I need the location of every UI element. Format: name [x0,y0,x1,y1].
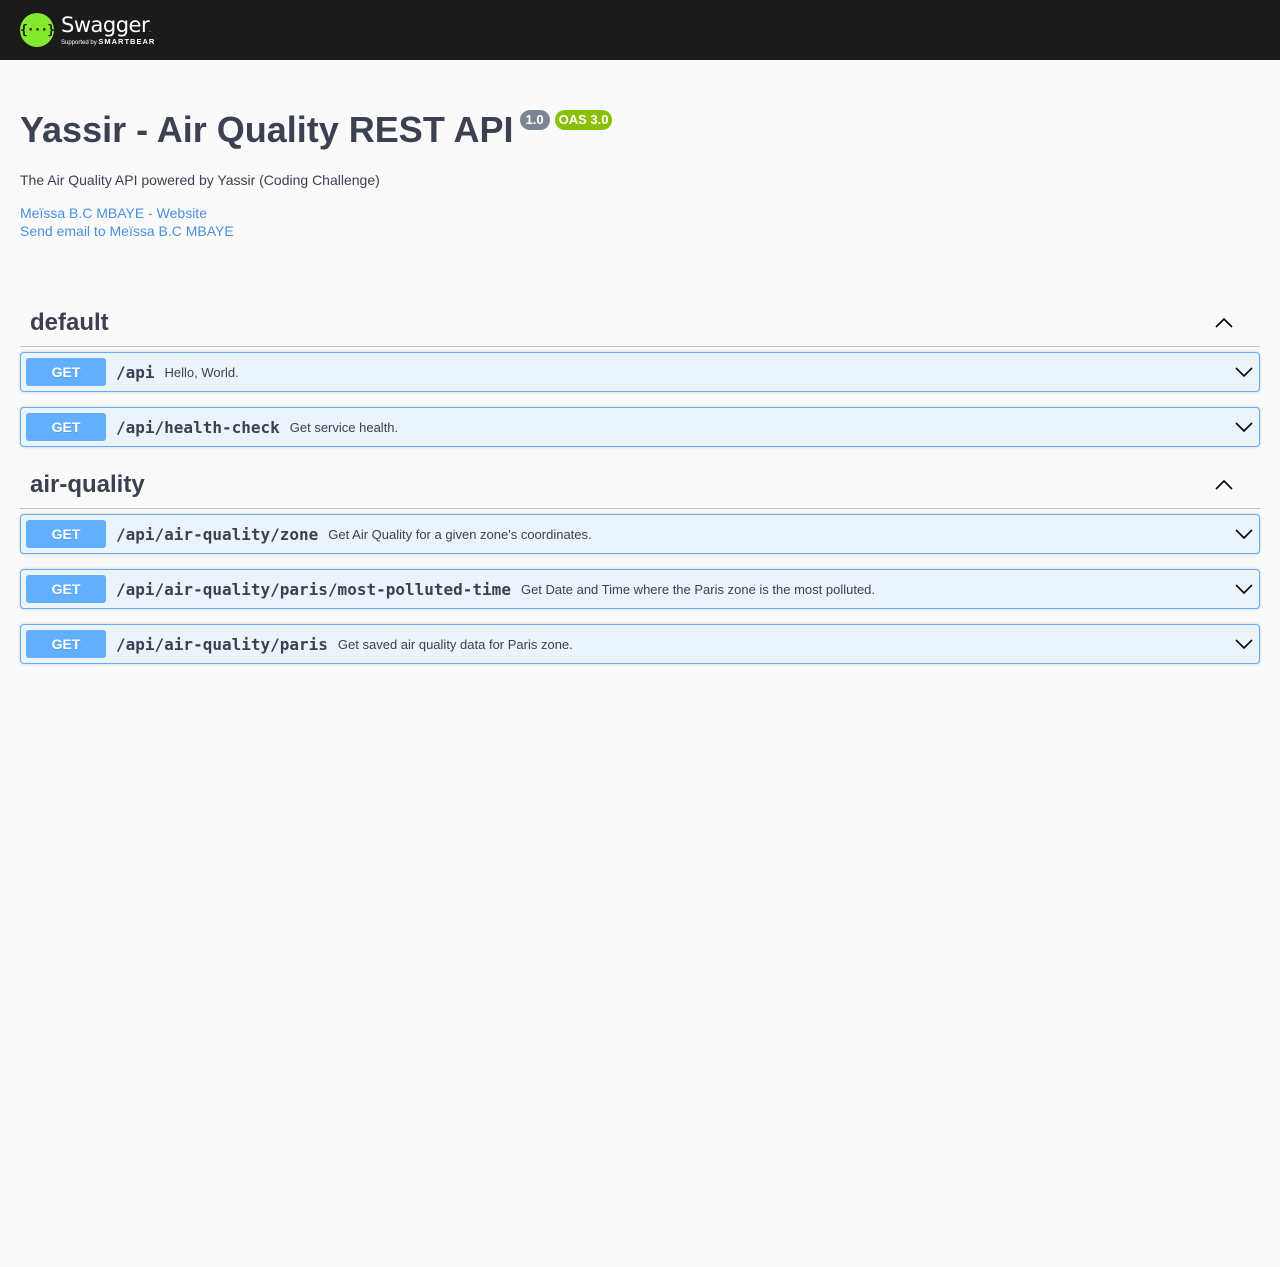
chevron-up-icon[interactable] [1214,313,1234,333]
tag-section-default: default GET /api Hello, World. GET /api/… [20,300,1260,447]
chevron-down-icon[interactable] [1234,417,1254,437]
chevron-down-icon[interactable] [1234,524,1254,544]
opblock-get-health-check[interactable]: GET /api/health-check Get service health… [20,407,1260,447]
method-badge: GET [26,575,106,603]
chevron-up-icon[interactable] [1214,475,1234,495]
op-path: /api [116,362,155,382]
api-description: The Air Quality API powered by Yassir (C… [20,172,380,188]
website-link[interactable]: Meïssa B.C MBAYE - Website [20,204,1260,222]
brand-sub-name: SMARTBEAR [98,36,156,46]
op-path: /api/air-quality/zone [116,524,319,544]
tag-header-default[interactable]: default [20,300,1260,347]
topbar: {···} Swagger. Supported by SMARTBEAR [0,0,1280,60]
brand-sub: Supported by SMARTBEAR [61,36,156,46]
email-link[interactable]: Send email to Meïssa B.C MBAYE [20,222,1260,240]
op-path: /api/air-quality/paris [116,634,328,654]
tag-header-air-quality[interactable]: air-quality [20,462,1260,509]
chevron-down-icon[interactable] [1234,362,1254,382]
api-info: Yassir - Air Quality REST API 1.0 OAS 3.… [20,110,1260,240]
operations: default GET /api Hello, World. GET /api/… [20,300,1260,664]
swagger-logo-link[interactable]: {···} Swagger. Supported by SMARTBEAR [20,13,155,47]
op-summary: Get Date and Time where the Paris zone i… [520,581,876,597]
opblock-get-api[interactable]: GET /api Hello, World. [20,352,1260,392]
op-summary: Hello, World. [164,364,239,380]
version-badge: 1.0 [519,110,550,130]
chevron-down-icon[interactable] [1234,634,1254,654]
brand-name-text: Swagger [61,12,150,37]
op-path: /api/health-check [116,417,280,437]
op-summary: Get service health. [289,419,399,435]
tag-title: default [30,309,109,336]
chevron-down-icon[interactable] [1234,579,1254,599]
brand-tm: . [149,26,151,34]
opblock-get-air-quality-zone[interactable]: GET /api/air-quality/zone Get Air Qualit… [20,514,1260,554]
title-row: Yassir - Air Quality REST API 1.0 OAS 3.… [20,110,1260,150]
brand-text: Swagger. Supported by SMARTBEAR [61,12,156,46]
main: Yassir - Air Quality REST API 1.0 OAS 3.… [0,110,1280,664]
tag-title: air-quality [30,471,145,498]
tag-section-air-quality: air-quality GET /api/air-quality/zone Ge… [20,462,1260,664]
op-summary: Get Air Quality for a given zone's coord… [328,526,592,542]
api-title: Yassir - Air Quality REST API [20,109,514,150]
swagger-logo-icon: {···} [20,13,55,47]
method-badge: GET [26,630,106,658]
method-badge: GET [26,520,106,548]
contact-links: Meïssa B.C MBAYE - Website Send email to… [20,204,1260,240]
opblock-get-air-quality-paris[interactable]: GET /api/air-quality/paris Get saved air… [20,624,1260,664]
op-path: /api/air-quality/paris/most-polluted-tim… [116,579,511,599]
brand-name: Swagger. [61,12,155,37]
method-badge: GET [26,358,106,386]
brand-sub-prefix: Supported by [61,39,99,46]
oas-badge: OAS 3.0 [554,110,613,130]
method-badge: GET [26,413,106,441]
opblock-get-most-polluted-time[interactable]: GET /api/air-quality/paris/most-polluted… [20,569,1260,609]
op-summary: Get saved air quality data for Paris zon… [337,636,573,652]
